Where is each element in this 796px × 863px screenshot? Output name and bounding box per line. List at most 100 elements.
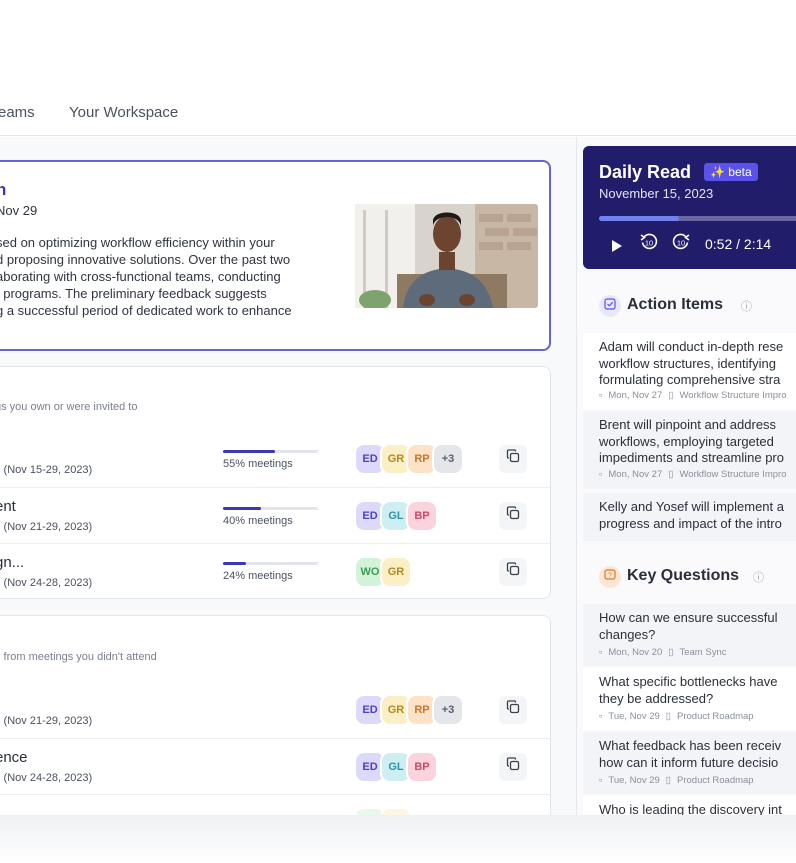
question-text: What specific bottlenecks have they be a… bbox=[599, 674, 796, 707]
summary-card[interactable]: n Nov 29 sed on optimizing workflow effi… bbox=[0, 160, 551, 351]
action-item-text: Adam will conduct in-depth rese workflow… bbox=[599, 339, 796, 389]
action-item-line: formulating comprehensive stra bbox=[599, 372, 781, 387]
copy-icon bbox=[506, 700, 520, 714]
table-row[interactable]: s (Nov 15-29, 2023) 55% meetings ED GR RP +… bbox=[0, 431, 550, 487]
audio-progress-bar[interactable] bbox=[599, 216, 796, 221]
progress-bar bbox=[223, 507, 318, 510]
question-line: Who is leading the discovery int bbox=[599, 802, 782, 815]
question-line: changes? bbox=[599, 626, 656, 642]
calendar-icon: ▫ bbox=[599, 469, 603, 480]
avatar: GR bbox=[382, 558, 410, 586]
info-icon[interactable]: ⓘ bbox=[741, 298, 752, 314]
copy-icon bbox=[506, 506, 520, 520]
meta-topic: Workflow Structure Impro bbox=[679, 390, 787, 401]
info-icon[interactable]: ⓘ bbox=[753, 569, 764, 585]
avatar: GR bbox=[382, 696, 410, 724]
svg-text:?: ? bbox=[608, 572, 612, 579]
question-meta: ▫ Tue, Nov 29 ▯ Product Roadmap bbox=[599, 775, 760, 786]
play-icon[interactable] bbox=[611, 235, 623, 257]
action-item-text: Brent will pinpoint and address workflow… bbox=[599, 417, 796, 467]
summary-line: t programs. The preliminary feedback sug… bbox=[0, 286, 267, 301]
table-row[interactable]: ent s (Nov 21-29, 2023) 40% meetings EDG… bbox=[0, 487, 550, 543]
table-row[interactable]: s (Nov 21-29, 2023) ED GR RP +3 bbox=[0, 682, 550, 738]
progress-bar bbox=[223, 562, 318, 565]
progress-fill bbox=[223, 562, 246, 565]
forward-10-icon[interactable]: 10 bbox=[671, 231, 691, 253]
table-row[interactable]: ence s (Nov 24-28, 2023) EDGLBP bbox=[0, 738, 550, 794]
key-questions-icon: ? bbox=[599, 566, 621, 588]
copy-icon bbox=[506, 562, 520, 576]
question-text: What feedback has been receiv how can it… bbox=[599, 738, 796, 771]
action-item[interactable]: Kelly and Yosef will implement a progres… bbox=[583, 493, 796, 541]
copy-button[interactable] bbox=[499, 502, 527, 530]
question-text: Who is leading the discovery int bbox=[599, 802, 796, 815]
meta-topic: Product Roadmap bbox=[677, 775, 754, 786]
rewind-10-icon[interactable]: 10 bbox=[639, 231, 659, 253]
row-title: ent bbox=[0, 498, 16, 515]
avatar: GL bbox=[382, 502, 410, 530]
beta-label: beta bbox=[728, 165, 752, 179]
row-date: s (Nov 15-29, 2023) bbox=[0, 464, 93, 476]
avatar: ED bbox=[356, 753, 384, 781]
progress-label: 55% meetings bbox=[223, 458, 293, 470]
row-date: s (Nov 24-28, 2023) bbox=[0, 577, 93, 589]
main-panel: n Nov 29 sed on optimizing workflow effi… bbox=[0, 137, 576, 815]
question-item[interactable]: Who is leading the discovery int bbox=[583, 796, 796, 815]
question-item[interactable]: What specific bottlenecks have they be a… bbox=[583, 668, 796, 730]
table-row[interactable]: gn... s (Nov 24-28, 2023) 24% meetings W… bbox=[0, 543, 550, 598]
avatar-overflow-count: +3 bbox=[434, 445, 462, 473]
copy-button[interactable] bbox=[499, 753, 527, 781]
copy-button[interactable] bbox=[499, 445, 527, 473]
missed-meetings-card: s from meetings you didn't attend s (Nov… bbox=[0, 615, 551, 815]
meta-topic: Workflow Structure Impro bbox=[679, 469, 787, 480]
table-row[interactable] bbox=[0, 794, 550, 815]
avatar: BP bbox=[408, 753, 436, 781]
summary-line: d proposing innovative solutions. Over t… bbox=[0, 252, 291, 267]
copy-button[interactable] bbox=[499, 696, 527, 724]
progress-label: 24% meetings bbox=[223, 570, 293, 582]
meta-date: Mon, Nov 20 bbox=[608, 647, 663, 658]
question-item[interactable]: How can we ensure successful changes? ▫ M… bbox=[583, 604, 796, 666]
summary-text: sed on optimizing workflow efficiency wi… bbox=[0, 234, 322, 319]
row-title: ence bbox=[0, 749, 28, 766]
document-icon: ▯ bbox=[665, 711, 672, 722]
sparkle-icon: ✨ bbox=[710, 165, 725, 179]
question-line: How can we ensure successful bbox=[599, 610, 778, 625]
avatar: WO bbox=[356, 558, 384, 586]
avatar: GR bbox=[382, 445, 410, 473]
action-item-line: Brent will pinpoint and address bbox=[599, 417, 777, 432]
action-item-line: Kelly and Yosef will implement a bbox=[599, 499, 784, 514]
summary-video-thumbnail[interactable] bbox=[355, 204, 538, 308]
question-item[interactable]: What feedback has been receiv how can it… bbox=[583, 732, 796, 794]
action-items-icon bbox=[599, 295, 621, 317]
action-item[interactable]: Brent will pinpoint and address workflow… bbox=[583, 411, 796, 489]
question-line: how can it inform future decisio bbox=[599, 754, 779, 770]
card-subtitle: gs you own or were invited to bbox=[0, 401, 138, 413]
beta-badge: ✨ beta bbox=[704, 163, 758, 181]
avatar: ED bbox=[356, 445, 384, 473]
row-date: s (Nov 24-28, 2023) bbox=[0, 772, 93, 784]
card-subtitle: s from meetings you didn't attend bbox=[0, 651, 157, 663]
action-item-text: Kelly and Yosef will implement a progres… bbox=[599, 499, 796, 532]
progress-fill bbox=[223, 507, 261, 510]
summary-line: sed on optimizing workflow efficiency wi… bbox=[0, 235, 275, 250]
document-icon: ▯ bbox=[665, 775, 672, 786]
action-item-meta: ▫ Mon, Nov 27 ▯ Workflow Structure Impro bbox=[599, 469, 792, 480]
calendar-icon: ▫ bbox=[599, 647, 603, 658]
action-item-line: workflows, employing targeted bbox=[599, 433, 774, 449]
tab-your-workspace[interactable]: Your Workspace bbox=[69, 104, 178, 121]
copy-icon bbox=[506, 449, 520, 463]
calendar-icon: ▫ bbox=[599, 775, 603, 786]
question-line: they be addressed? bbox=[599, 690, 714, 706]
tab-teams[interactable]: eams bbox=[0, 104, 35, 121]
summary-line: g a successful period of dedicated work … bbox=[0, 303, 292, 318]
audio-time: 0:52 / 2:14 bbox=[705, 236, 772, 252]
calendar-icon: ▫ bbox=[599, 390, 603, 401]
meta-topic: Team Sync bbox=[679, 647, 727, 658]
action-item-line: Adam will conduct in-depth rese bbox=[599, 339, 784, 354]
question-meta: ▫ Tue, Nov 29 ▯ Product Roadmap bbox=[599, 711, 760, 722]
copy-button[interactable] bbox=[499, 558, 527, 586]
action-item[interactable]: Adam will conduct in-depth rese workflow… bbox=[583, 333, 796, 409]
summary-date: Nov 29 bbox=[0, 203, 38, 218]
document-icon: ▯ bbox=[668, 647, 674, 658]
